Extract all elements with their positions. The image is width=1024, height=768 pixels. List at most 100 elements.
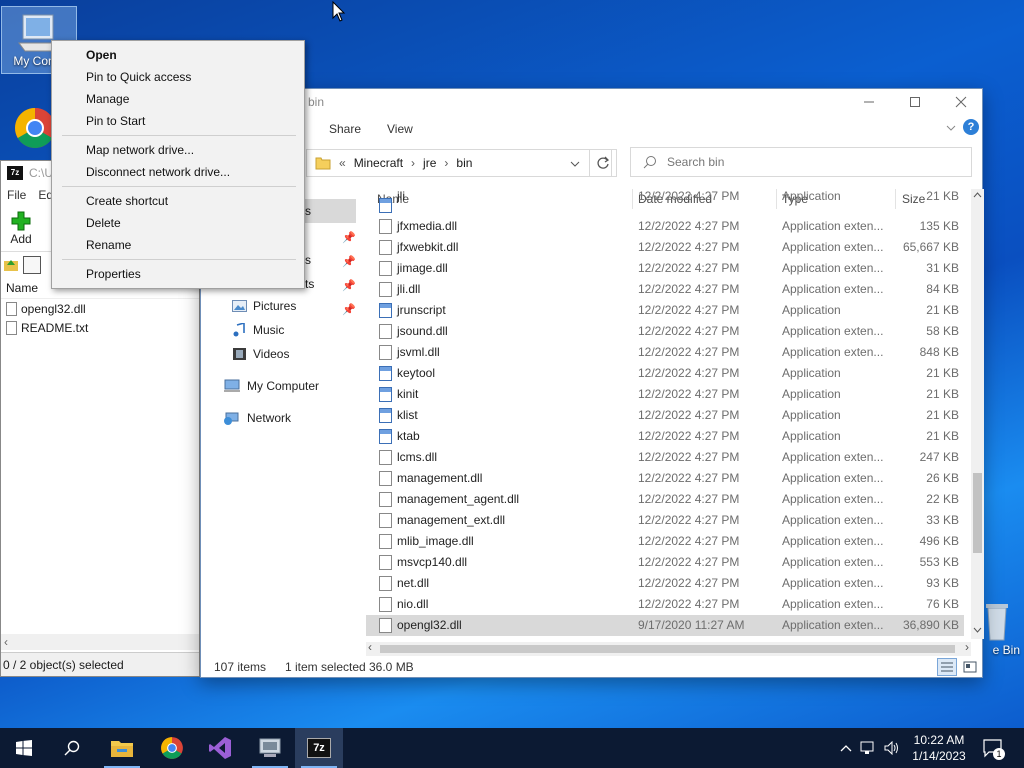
taskbar-visual-studio[interactable] xyxy=(196,728,244,768)
chevron-left-icon[interactable]: ‹ xyxy=(4,635,8,649)
tab-view[interactable]: View xyxy=(387,122,413,136)
file-name: nio.dll xyxy=(397,597,429,611)
7zip-add-button[interactable]: Add xyxy=(7,210,35,246)
network-icon[interactable] xyxy=(860,741,878,755)
taskbar-file-explorer[interactable] xyxy=(98,728,146,768)
horizontal-scrollbar[interactable]: ‹ › xyxy=(366,640,971,656)
taskbar-7zip[interactable]: 7z xyxy=(295,728,343,768)
menu-item-pin-quick-access[interactable]: Pin to Quick access xyxy=(86,70,191,84)
refresh-button[interactable] xyxy=(589,149,617,177)
sidebar-item-my-computer[interactable]: My Computer xyxy=(223,379,319,393)
chevron-down-icon[interactable] xyxy=(973,627,982,633)
file-size: 21 KB xyxy=(926,303,959,317)
7zip-horizontal-scrollbar[interactable]: ‹ xyxy=(1,634,199,650)
folder-up-icon[interactable] xyxy=(3,257,19,273)
menu-item-create-shortcut[interactable]: Create shortcut xyxy=(86,194,168,208)
tab-share[interactable]: Share xyxy=(329,122,361,136)
file-name: jfxmedia.dll xyxy=(397,219,458,233)
file-icon xyxy=(379,618,392,633)
breadcrumb[interactable]: « Minecraft › jre › bin xyxy=(306,149,612,177)
close-button[interactable] xyxy=(938,89,984,115)
file-size: 21 KB xyxy=(926,429,959,443)
breadcrumb-minecraft[interactable]: Minecraft xyxy=(354,156,403,170)
application-icon xyxy=(379,429,392,444)
mouse-cursor-icon xyxy=(332,1,346,22)
menu-item-delete[interactable]: Delete xyxy=(86,216,121,230)
chevron-down-icon[interactable] xyxy=(945,122,957,134)
table-row[interactable]: jfxmedia.dll 12/2/2022 4:27 PM Application… xyxy=(366,216,964,237)
file-date: 12/2/2022 4:27 PM xyxy=(638,450,740,464)
sidebar-item-pictures[interactable]: Pictures xyxy=(232,299,296,313)
chevron-right-icon[interactable]: › xyxy=(965,640,969,654)
details-view-button[interactable] xyxy=(937,658,957,676)
table-row[interactable]: jsvml.dll 12/2/2022 4:27 PM Application ex… xyxy=(366,342,964,363)
table-row[interactable]: nio.dll 12/2/2022 4:27 PM Application exte… xyxy=(366,594,964,615)
chevron-down-icon[interactable] xyxy=(569,158,581,170)
table-row[interactable]: mlib_image.dll 12/2/2022 4:27 PM Applicati… xyxy=(366,531,964,552)
chevron-up-icon[interactable] xyxy=(840,744,852,752)
file-name: management.dll xyxy=(397,471,483,485)
table-row[interactable]: jli.dll 12/2/2022 4:27 PM Application exte… xyxy=(366,279,964,300)
table-row[interactable]: jfxwebkit.dll 12/2/2022 4:27 PM Applicatio… xyxy=(366,237,964,258)
taskbar-chrome[interactable] xyxy=(148,728,196,768)
table-row[interactable]: ktab 12/2/2022 4:27 PM Application 21 KB xyxy=(366,426,964,447)
sidebar-item-videos[interactable]: Videos xyxy=(232,347,289,361)
list-item[interactable]: README.txt xyxy=(1,318,199,337)
menu-item-open[interactable]: Open xyxy=(86,48,117,62)
sidebar-item-label: Videos xyxy=(253,347,290,361)
menu-item-pin-start[interactable]: Pin to Start xyxy=(86,114,145,128)
table-row[interactable]: jrunscript 12/2/2022 4:27 PM Application 21… xyxy=(366,300,964,321)
file-icon xyxy=(379,345,392,360)
large-icons-view-button[interactable] xyxy=(961,658,979,676)
clock[interactable]: 10:22 AM 1/14/2023 xyxy=(904,732,974,764)
list-item[interactable]: opengl32.dll xyxy=(1,299,199,318)
table-row[interactable]: klist 12/2/2022 4:27 PM Application 21 KB xyxy=(366,405,964,426)
search-button[interactable] xyxy=(48,728,96,768)
table-row[interactable]: management_agent.dll 12/2/2022 4:27 PM App… xyxy=(366,489,964,510)
7zip-menu-file[interactable]: File xyxy=(7,188,26,202)
sidebar-item-music[interactable]: Music xyxy=(232,323,284,337)
file-type: Application xyxy=(782,429,841,443)
menu-item-manage[interactable]: Manage xyxy=(86,92,129,106)
taskbar-system-app[interactable] xyxy=(246,728,294,768)
file-date: 12/2/2022 4:27 PM xyxy=(638,282,740,296)
volume-icon[interactable] xyxy=(884,741,900,755)
table-row[interactable]: kinit 12/2/2022 4:27 PM Application 21 KB xyxy=(366,384,964,405)
vertical-scroll-thumb[interactable] xyxy=(973,473,982,553)
horizontal-scroll-thumb[interactable] xyxy=(380,645,955,653)
start-button[interactable] xyxy=(0,728,48,768)
table-row[interactable]: net.dll 12/2/2022 4:27 PM Application exte… xyxy=(366,573,964,594)
file-size: 135 KB xyxy=(919,219,959,233)
menu-item-disconnect-drive[interactable]: Disconnect network drive... xyxy=(86,165,230,179)
breadcrumb-overflow[interactable]: « xyxy=(339,156,346,170)
explorer-titlebar: bin xyxy=(201,89,982,115)
menu-item-rename[interactable]: Rename xyxy=(86,238,131,252)
search-input[interactable]: Search bin xyxy=(630,147,972,177)
context-menu: Open Pin to Quick access Manage Pin to S… xyxy=(51,40,305,289)
table-row[interactable]: jimage.dll 12/2/2022 4:27 PM Application e… xyxy=(366,258,964,279)
breadcrumb-jre[interactable]: jre xyxy=(423,156,436,170)
table-row[interactable]: management_ext.dll 12/2/2022 4:27 PM Appli… xyxy=(366,510,964,531)
notification-center-button[interactable]: 1 xyxy=(982,737,1005,760)
help-icon[interactable]: ? xyxy=(963,119,979,135)
table-row[interactable]: jli 12/2/2022 4:27 PM Application 21 KB xyxy=(366,189,964,213)
file-type: Application exten... xyxy=(782,513,884,527)
breadcrumb-bin[interactable]: bin xyxy=(456,156,472,170)
chevron-left-icon[interactable]: ‹ xyxy=(368,640,372,654)
file-size: 496 KB xyxy=(919,534,959,548)
table-row[interactable]: management.dll 12/2/2022 4:27 PM Applicati… xyxy=(366,468,964,489)
chevron-up-icon[interactable] xyxy=(973,192,982,198)
table-row[interactable]: jsound.dll 12/2/2022 4:27 PM Application e… xyxy=(366,321,964,342)
sidebar-item-network[interactable]: Network xyxy=(223,411,291,425)
menu-item-map-drive[interactable]: Map network drive... xyxy=(86,143,194,157)
system-tray xyxy=(836,728,900,768)
table-row[interactable]: keytool 12/2/2022 4:27 PM Application 21 KB xyxy=(366,363,964,384)
table-row[interactable]: opengl32.dll 9/17/2020 11:27 AM Applicatio… xyxy=(366,615,964,636)
table-row[interactable]: lcms.dll 12/2/2022 4:27 PM Application ext… xyxy=(366,447,964,468)
menu-item-properties[interactable]: Properties xyxy=(86,267,141,281)
minimize-button[interactable] xyxy=(846,89,892,115)
vertical-scrollbar[interactable] xyxy=(971,189,984,639)
file-name: net.dll xyxy=(397,576,430,590)
table-row[interactable]: msvcp140.dll 12/2/2022 4:27 PM Application… xyxy=(366,552,964,573)
maximize-button[interactable] xyxy=(892,89,938,115)
